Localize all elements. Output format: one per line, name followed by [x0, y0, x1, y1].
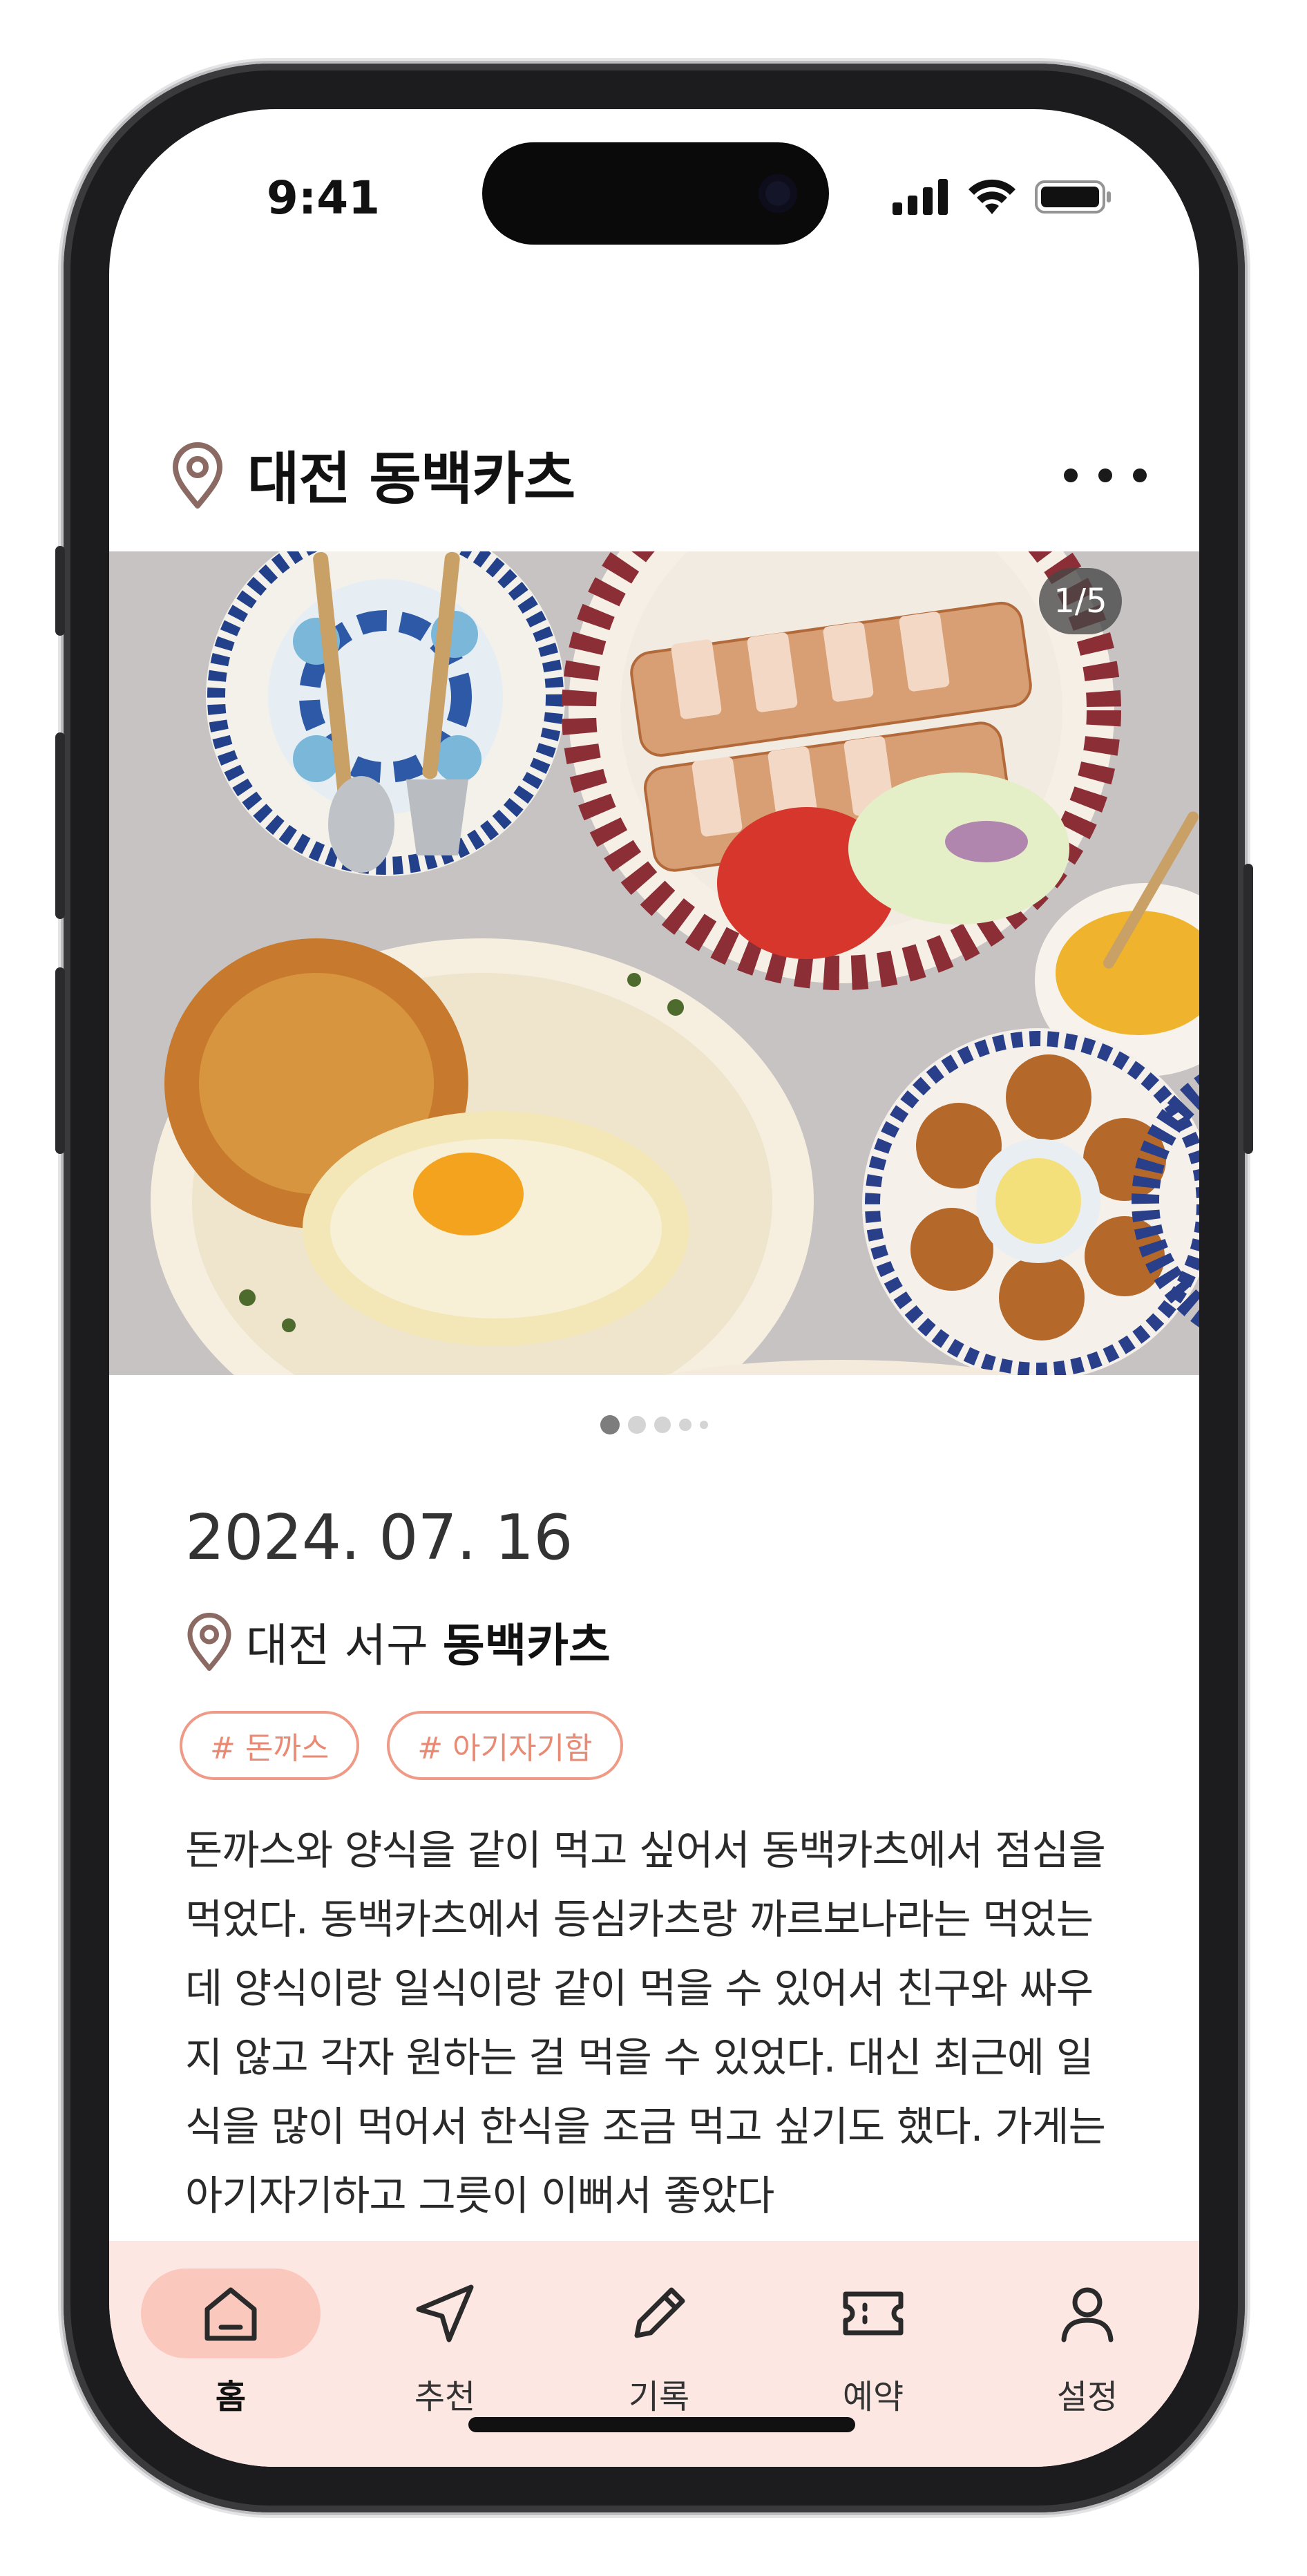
location-text: 대전 서구 동백카츠: [246, 1609, 611, 1675]
pagination-dot-active[interactable]: [600, 1415, 620, 1434]
location-name: 동백카츠: [442, 1619, 611, 1672]
tab-icon-wrap: [355, 2269, 535, 2358]
tab-record[interactable]: 기록: [569, 2269, 749, 2434]
tab-label: 기록: [628, 2378, 690, 2416]
tab-reservation[interactable]: 예약: [783, 2269, 963, 2434]
battery-icon: [1035, 180, 1111, 214]
tab-settings[interactable]: 설정: [998, 2269, 1177, 2434]
pagination-dot[interactable]: [654, 1417, 671, 1433]
pagination-dot[interactable]: [679, 1419, 691, 1431]
more-dot: [1098, 468, 1112, 482]
pencil-icon: [634, 2287, 685, 2338]
tab-label: 설정: [1056, 2378, 1118, 2416]
home-indicator: [468, 2417, 855, 2432]
location-region: 대전 서구: [246, 1619, 428, 1672]
more-horizontal-icon: [1064, 468, 1078, 482]
tag-chip[interactable]: # 돈까스: [180, 1711, 360, 1780]
post-body: 돈까스와 양식을 같이 먹고 싶어서 동백카츠에서 점심을 먹었다. 동백카츠에…: [185, 1826, 1106, 2219]
tab-home[interactable]: 홈: [141, 2269, 321, 2434]
home-icon: [204, 2287, 257, 2341]
navigation-arrow-icon: [416, 2284, 474, 2342]
app-screen: 9:41 대전 동백카츠 1/5 2024. 07. 16 대전 서구 동백카츠…: [109, 109, 1199, 2467]
tab-label: 예약: [842, 2378, 904, 2416]
dynamic-island: [482, 142, 829, 245]
tab-icon-wrap: [569, 2269, 749, 2358]
map-pin-icon: [187, 1613, 231, 1671]
photo-counter: 1/5: [1039, 568, 1122, 634]
user-icon: [1061, 2287, 1114, 2342]
header: 대전 동백카츠: [109, 427, 1199, 538]
tab-label: 추천: [414, 2378, 476, 2416]
carousel-pagination: [109, 1415, 1199, 1434]
volume-up-button: [55, 732, 65, 919]
ticket-icon: [843, 2291, 904, 2336]
pagination-dot[interactable]: [700, 1421, 708, 1429]
map-pin-icon: [173, 442, 222, 509]
tab-label: 홈: [215, 2378, 247, 2416]
power-button: [1243, 864, 1253, 1154]
post-date: 2024. 07. 16: [185, 1502, 573, 1574]
camera-icon: [759, 174, 797, 213]
volume-down-button: [55, 967, 65, 1154]
tab-recommend[interactable]: 추천: [355, 2269, 535, 2434]
action-button: [55, 546, 65, 636]
tag-list: # 돈까스 # 아기자기함: [180, 1711, 623, 1780]
food-photo: [109, 551, 1199, 1375]
tag-chip[interactable]: # 아기자기함: [387, 1711, 623, 1780]
page-title: 대전 동백카츠: [247, 446, 575, 512]
status-icons: [893, 178, 1112, 216]
photo-carousel[interactable]: 1/5: [109, 551, 1199, 1375]
more-options-button[interactable]: [1064, 448, 1147, 503]
status-time: 9:41: [266, 171, 381, 225]
tab-home-highlight: [141, 2269, 321, 2358]
more-dot: [1133, 468, 1147, 482]
bottom-tab-bar: 홈 추천 기록 예약 설정: [109, 2241, 1199, 2467]
tab-icon-wrap: [783, 2269, 963, 2358]
wifi-icon: [969, 179, 1015, 214]
post-location: 대전 서구 동백카츠: [185, 1609, 611, 1675]
pagination-dot[interactable]: [628, 1416, 646, 1434]
tab-icon-wrap: [998, 2269, 1177, 2358]
signal-icon: [893, 179, 948, 215]
